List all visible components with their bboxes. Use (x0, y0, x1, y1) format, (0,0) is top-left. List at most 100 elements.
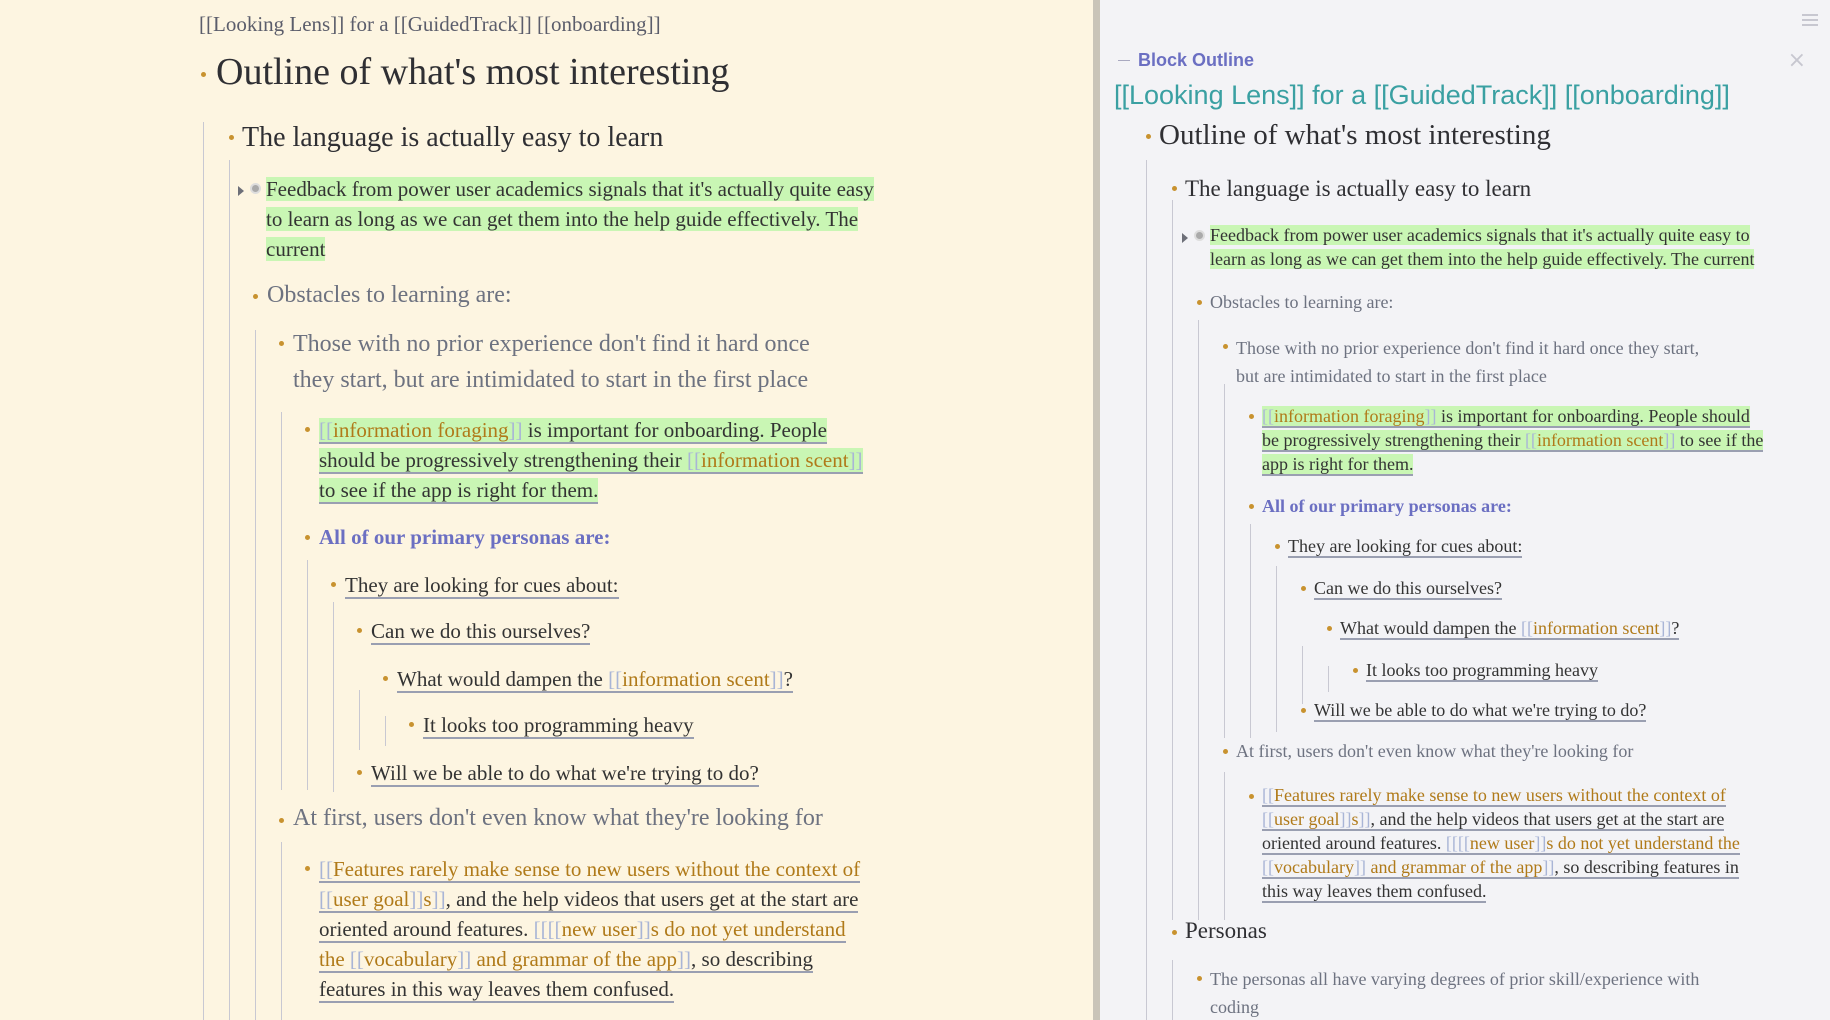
bullet[interactable] (1172, 930, 1177, 935)
bullet[interactable] (1327, 626, 1332, 631)
indent-guide (203, 122, 204, 1020)
sidebar-block-can-we[interactable]: Can we do this ourselves? (1314, 576, 1502, 600)
sidebar-block-features[interactable]: [[Features rarely make sense to new user… (1262, 783, 1740, 903)
sidebar-block-language[interactable]: The language is actually easy to learn (1185, 174, 1531, 204)
indent-guide (1250, 524, 1251, 738)
block-info-foraging[interactable]: [[information foraging]] is important fo… (319, 415, 863, 505)
indent-guide (1328, 666, 1329, 692)
bullet[interactable] (1353, 668, 1358, 673)
page-link[interactable]: new user (1470, 833, 1534, 853)
text-line: they start, but are intimidated to start… (293, 367, 809, 393)
bullet[interactable] (1301, 708, 1306, 713)
bullet[interactable] (305, 535, 310, 540)
text-fragment: and grammar of the app (471, 947, 678, 971)
text-fragment: Features rarely make sense to new users … (1274, 785, 1726, 805)
collapse-caret-icon[interactable] (1182, 233, 1188, 243)
bullet[interactable] (1301, 586, 1306, 591)
page-link[interactable]: information foraging (333, 418, 509, 442)
sidebar-block-will-we[interactable]: Will we be able to do what we're trying … (1314, 698, 1647, 722)
page-link[interactable]: vocabulary (364, 947, 457, 971)
bullet[interactable] (279, 818, 284, 823)
text-line: The personas all have varying degrees of… (1210, 969, 1700, 989)
bullet[interactable] (357, 770, 362, 775)
text-line: to see if the app is right for them. (319, 478, 599, 504)
sidebar-page-title[interactable]: [[Looking Lens]] for a [[GuidedTrack]] [… (1114, 80, 1730, 111)
text-line: Can we do this ourselves? (1314, 578, 1502, 600)
sidebar-block-personas[interactable]: All of our primary personas are: (1262, 494, 1512, 518)
bullet[interactable] (1172, 186, 1177, 191)
bullet[interactable] (1275, 544, 1280, 549)
indent-guide (281, 412, 282, 790)
bullet[interactable] (357, 628, 362, 633)
sidebar-block-feedback[interactable]: Feedback from power user academics signa… (1210, 223, 1755, 271)
bullet[interactable] (409, 722, 414, 727)
bullet[interactable] (383, 676, 388, 681)
block-ref-icon[interactable] (250, 183, 261, 194)
block-features[interactable]: [[Features rarely make sense to new user… (319, 854, 861, 1004)
text-line: to learn as long as we can get them into… (266, 207, 859, 231)
sidebar-menu-icon[interactable] (1802, 14, 1818, 28)
page-link[interactable]: user goal (333, 887, 409, 911)
bullet[interactable] (1223, 344, 1228, 349)
sidebar-block-looking-cues[interactable]: They are looking for cues about: (1288, 534, 1523, 558)
page-link[interactable]: information scent (701, 448, 849, 472)
pane-resize-handle[interactable] (1093, 0, 1100, 1020)
sidebar-block-personas-heading[interactable]: Personas (1185, 916, 1267, 946)
bullet[interactable] (1249, 794, 1254, 799)
bullet[interactable] (1146, 134, 1151, 139)
sidebar-block-no-prior[interactable]: Those with no prior experience don't fin… (1236, 334, 1699, 390)
bullet[interactable] (201, 72, 206, 77)
bullet[interactable] (1197, 300, 1202, 305)
sidebar-heading[interactable]: Outline of what's most interesting (1159, 116, 1551, 154)
bullet[interactable] (331, 582, 336, 587)
sidebar-block-obstacles[interactable]: Obstacles to learning are: (1210, 290, 1393, 314)
text-line: Those with no prior experience don't fin… (1236, 338, 1700, 358)
sidebar-block-at-first[interactable]: At first, users don't even know what the… (1236, 739, 1633, 763)
bullet[interactable] (1249, 414, 1254, 419)
bullet[interactable] (279, 341, 284, 346)
page-title[interactable]: [[Looking Lens]] for a [[GuidedTrack]] [… (199, 12, 661, 37)
text-line: Will we be able to do what we're trying … (1314, 700, 1647, 722)
bullet[interactable] (305, 427, 310, 432)
block-ref-icon[interactable] (1194, 230, 1205, 241)
sidebar-block-too-programming[interactable]: It looks too programming heavy (1366, 658, 1598, 682)
text-fragment: is important for onboarding. People shou… (1436, 406, 1750, 426)
sidebar-block-personas-vary[interactable]: The personas all have varying degrees of… (1210, 965, 1699, 1020)
close-icon[interactable]: × (1788, 48, 1806, 73)
page-link[interactable]: user goal (1274, 809, 1339, 829)
bullet[interactable] (1249, 504, 1254, 509)
collapse-caret-icon[interactable] (238, 186, 244, 196)
text-fragment: , and the help videos that users get at … (445, 887, 859, 911)
block-at-first[interactable]: At first, users don't even know what the… (293, 801, 823, 835)
collapse-dash-icon[interactable] (1118, 60, 1130, 61)
page-link[interactable]: information scent (1533, 618, 1659, 638)
page-link[interactable]: information scent (1537, 430, 1663, 450)
sidebar-block-dampen[interactable]: What would dampen the [[information scen… (1340, 616, 1680, 640)
text-fragment: , so describing features in (1554, 857, 1739, 877)
bullet[interactable] (305, 866, 310, 871)
page-link[interactable]: vocabulary (1274, 857, 1354, 877)
right-sidebar: Block Outline × [[Looking Lens]] for a [… (1100, 0, 1830, 1020)
page-heading[interactable]: Outline of what's most interesting (216, 48, 729, 96)
block-can-we[interactable]: Can we do this ourselves? (371, 616, 591, 646)
block-dampen[interactable]: What would dampen the [[information scen… (397, 664, 793, 694)
bullet[interactable] (1223, 749, 1228, 754)
block-looking-cues[interactable]: They are looking for cues about: (345, 570, 619, 600)
bullet[interactable] (253, 294, 258, 299)
block-obstacles[interactable]: Obstacles to learning are: (267, 280, 512, 310)
sidebar-block-info-foraging[interactable]: [[information foraging]] is important fo… (1262, 404, 1764, 476)
bullet[interactable] (229, 135, 234, 140)
page-link[interactable]: new user (562, 917, 637, 941)
block-will-we[interactable]: Will we be able to do what we're trying … (371, 758, 759, 788)
block-language[interactable]: The language is actually easy to learn (242, 121, 663, 155)
sidebar-header[interactable]: Block Outline (1138, 50, 1254, 71)
block-too-programming[interactable]: It looks too programming heavy (423, 710, 694, 740)
indent-guide (385, 716, 386, 746)
block-personas[interactable]: All of our primary personas are: (319, 522, 610, 552)
page-link[interactable]: information scent (622, 667, 770, 691)
block-feedback[interactable]: Feedback from power user academics signa… (266, 174, 874, 264)
text-line: but are intimidated to start in the firs… (1236, 366, 1547, 386)
bullet[interactable] (1197, 976, 1202, 981)
block-no-prior[interactable]: Those with no prior experience don't fin… (293, 326, 810, 398)
page-link[interactable]: information foraging (1274, 406, 1424, 426)
